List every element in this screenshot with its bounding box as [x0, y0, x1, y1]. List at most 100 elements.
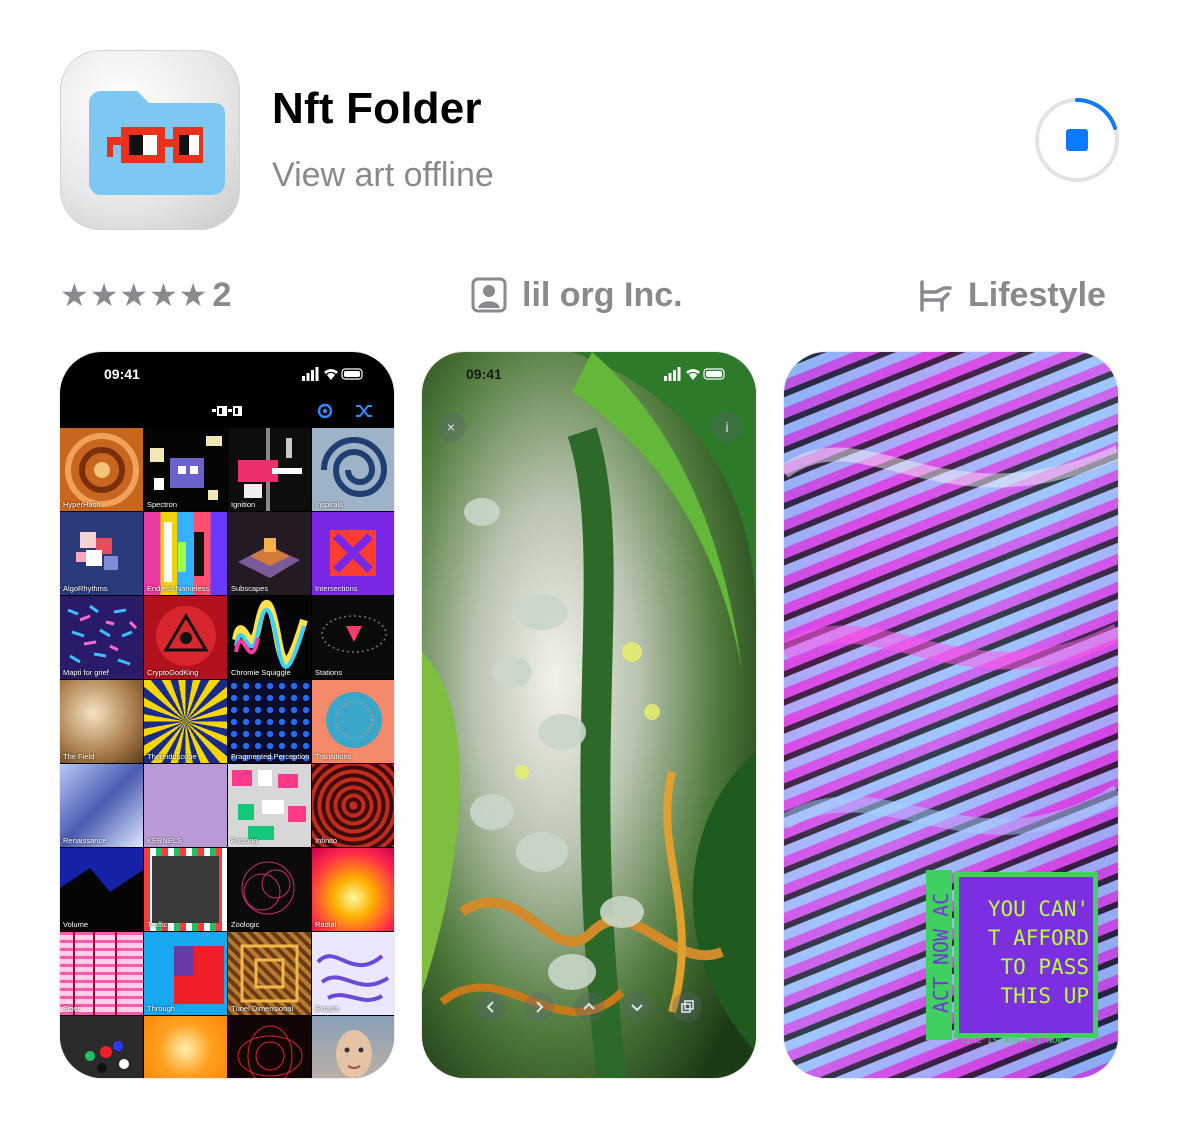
art-tile[interactable]	[60, 1016, 143, 1078]
poster-caption: TIME IS RUN ACT NOW	[960, 1036, 1063, 1046]
art-tile[interactable]: Chromie Squiggle	[228, 596, 311, 679]
art-tile[interactable]: KERNELS	[144, 764, 227, 847]
close-icon: ×	[446, 419, 456, 435]
app-icon	[60, 50, 240, 230]
window-icon	[681, 1000, 694, 1013]
info-row: ★★★★★ 2 lil org Inc. Lifestyle	[0, 270, 1179, 320]
art-grid: HyperHash Spectron Ignition Inspirals Al…	[60, 428, 394, 1078]
status-time: 09:41	[466, 366, 502, 382]
tile-label: Zoologic	[231, 920, 260, 929]
tile-label: Passing	[231, 836, 258, 845]
act-now-text: ACT NOW AC	[929, 892, 953, 1014]
art-tile[interactable]: The Field	[60, 680, 143, 763]
category-link[interactable]: Lifestyle	[918, 270, 1106, 320]
category-name: Lifestyle	[968, 275, 1106, 314]
developer-name: lil org Inc.	[522, 275, 683, 314]
next-button[interactable]	[524, 992, 554, 1022]
previous-button[interactable]	[476, 992, 506, 1022]
art-tile[interactable]: CryptoGodKing	[144, 596, 227, 679]
art-tile[interactable]: Mapti for grief	[60, 596, 143, 679]
folder-with-pixel-glasses-icon	[89, 91, 225, 195]
stop-download-icon	[1035, 98, 1119, 182]
status-bar: 09:41	[60, 352, 394, 396]
viewer-controls	[422, 990, 756, 1026]
fullscreen-button[interactable]	[672, 992, 702, 1022]
art-tile[interactable]: Extasis	[312, 932, 394, 1015]
art-tile[interactable]: Renaissance	[60, 764, 143, 847]
scroll-down-button[interactable]	[622, 992, 652, 1022]
art-tile[interactable]: Zoologic	[228, 848, 311, 931]
chevron-up-icon	[583, 1002, 595, 1010]
art-tile[interactable]: Fiber	[60, 932, 143, 1015]
navbar-icons	[212, 403, 372, 419]
status-icons	[664, 367, 725, 381]
art-tile[interactable]: Thereidoscope	[144, 680, 227, 763]
tile-label: Volume	[63, 920, 89, 929]
generative-art-image	[422, 352, 756, 1078]
chevron-down-icon	[631, 1004, 643, 1012]
person-square-icon	[471, 277, 507, 313]
tile-label: Chromie Squiggle	[231, 668, 291, 677]
art-tile[interactable]: Túnel Dimensional	[228, 932, 311, 1015]
art-tile[interactable]: Radial	[312, 848, 394, 931]
art-tile[interactable]	[144, 1016, 227, 1078]
status-bar: 09:41	[422, 352, 756, 396]
rating-count: 2	[212, 275, 232, 314]
art-tile[interactable]	[312, 1016, 394, 1078]
art-tile[interactable]: Endless Nameless	[144, 512, 227, 595]
tile-label: KERNELS	[147, 836, 183, 845]
tile-label: Inspirals	[315, 500, 343, 509]
tile-label: Ignition	[231, 500, 256, 509]
tile-label: Extasis	[315, 1004, 340, 1013]
lounge-chair-icon	[920, 280, 952, 312]
art-tile[interactable]: Through	[144, 932, 227, 1015]
screenshot-3[interactable]: ACT NOW AC YOU CAN' T AFFORD TO PASS THI…	[784, 352, 1118, 1078]
art-tile[interactable]	[228, 1016, 311, 1078]
star-rating-icon: ★★★★★	[60, 277, 209, 313]
app-name: Nft Folder	[272, 84, 482, 133]
art-tile[interactable]: Volume	[60, 848, 143, 931]
art-tile[interactable]: Passing	[228, 764, 311, 847]
chevron-right-icon	[536, 1001, 544, 1013]
developer-link[interactable]: lil org Inc.	[470, 270, 683, 320]
tile-label: Fiber	[63, 1004, 81, 1013]
app-subtitle: View art offline	[272, 156, 494, 194]
tile-label: Mapti for grief	[63, 668, 109, 677]
art-tile[interactable]: Subscapes	[228, 512, 311, 595]
art-tile[interactable]: Spectron	[144, 428, 227, 511]
art-tile[interactable]: Traffic	[144, 848, 227, 931]
close-button[interactable]: ×	[436, 412, 466, 442]
art-tile[interactable]: Ignition	[228, 428, 311, 511]
info-button[interactable]: i	[712, 412, 742, 442]
screenshot-1[interactable]: 09:41 HyperHash Spectron Ignition Inspir…	[60, 352, 394, 1078]
tile-label: Radial	[315, 920, 337, 929]
rating: ★★★★★ 2	[60, 270, 231, 320]
tile-label: CryptoGodKing	[147, 668, 199, 677]
status-time: 09:41	[104, 366, 140, 382]
art-tile[interactable]: Infinito	[312, 764, 394, 847]
act-now-strip: ACT NOW AC	[926, 870, 953, 1040]
tile-label: Through	[147, 1004, 175, 1013]
status-icons	[302, 367, 363, 381]
tile-label: Túnel Dimensional	[231, 1004, 294, 1013]
art-tile[interactable]: Inspirals	[312, 428, 394, 511]
tile-label: Infinito	[315, 836, 338, 845]
scroll-up-button[interactable]	[574, 992, 604, 1022]
info-icon: i	[725, 419, 729, 435]
art-tile[interactable]: HyperHash	[60, 428, 143, 511]
tile-label: Intersections	[315, 584, 358, 593]
poster-text: YOU CAN' T AFFORD TO PASS THIS UP	[987, 897, 1089, 1008]
art-tile[interactable]: Transitions	[312, 680, 394, 763]
art-tile[interactable]: Intersections	[312, 512, 394, 595]
download-progress-button[interactable]	[1033, 96, 1121, 184]
tile-label: Stations	[315, 668, 343, 677]
tile-label: Subscapes	[231, 584, 269, 593]
app-navbar	[60, 396, 394, 428]
tile-label: HyperHash	[63, 500, 101, 509]
art-tile[interactable]: Fragmented Perception	[228, 680, 311, 763]
tile-label: Thereidoscope	[147, 752, 197, 761]
art-tile[interactable]: AlgoRhythms	[60, 512, 143, 595]
tile-label: Transitions	[315, 752, 352, 761]
screenshot-2[interactable]: 09:41 × i	[422, 352, 756, 1078]
art-tile[interactable]: Stations	[312, 596, 394, 679]
